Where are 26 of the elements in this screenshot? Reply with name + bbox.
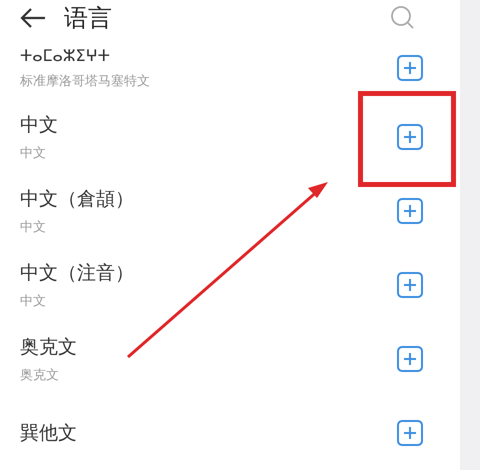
plus-icon <box>403 204 417 218</box>
back-icon[interactable] <box>20 7 46 29</box>
language-name: 中文（注音） <box>20 261 135 286</box>
language-name: ⵜⴰⵎⴰⵣⵉⵖⵜ <box>20 45 111 68</box>
add-button[interactable] <box>397 420 423 446</box>
language-name: 中文（倉頡） <box>20 187 135 212</box>
add-button[interactable] <box>397 124 423 150</box>
plus-icon <box>403 278 417 292</box>
plus-icon <box>403 426 417 440</box>
language-subtitle: 中文 <box>20 292 47 310</box>
plus-icon <box>403 130 417 144</box>
plus-icon <box>403 352 417 366</box>
plus-icon <box>403 61 417 75</box>
add-button[interactable] <box>397 198 423 224</box>
page-title: 语言 <box>64 3 112 34</box>
add-button[interactable] <box>397 272 423 298</box>
language-name: 巽他文 <box>20 420 78 446</box>
add-button[interactable] <box>397 55 423 81</box>
language-name: 中文 <box>20 113 59 138</box>
search-icon[interactable] <box>390 5 416 31</box>
add-button[interactable] <box>397 346 423 372</box>
language-subtitle: 中文 <box>20 218 47 236</box>
language-subtitle: 标准摩洛哥塔马塞特文 <box>20 73 151 92</box>
language-subtitle: 奥克文 <box>20 366 60 384</box>
language-subtitle: 中文 <box>20 144 47 162</box>
language-name: 奥克文 <box>20 335 78 360</box>
